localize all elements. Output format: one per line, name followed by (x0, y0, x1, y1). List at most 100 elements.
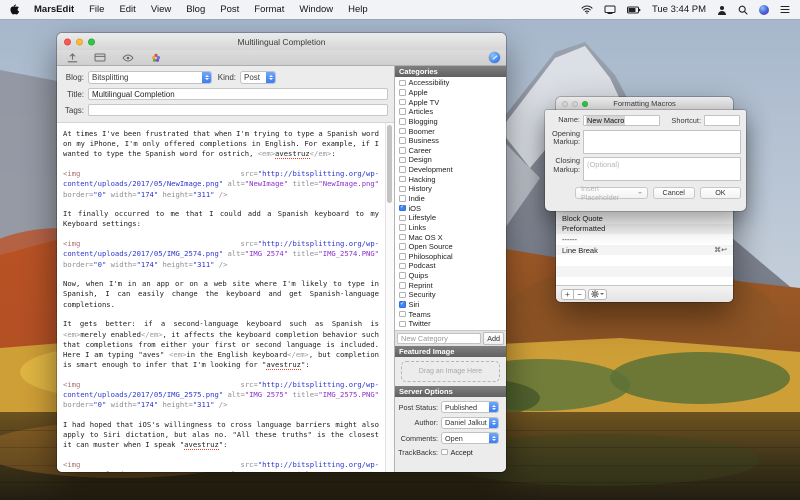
remove-macro-button[interactable]: − (573, 289, 586, 300)
category-checkbox[interactable] (399, 215, 406, 222)
category-checkbox[interactable] (399, 147, 406, 154)
editor-paragraph[interactable]: It gets better: if a second-language key… (63, 319, 379, 370)
macro-list-item[interactable]: Line Break⌘↩ (556, 245, 733, 256)
category-checkbox[interactable] (399, 166, 406, 173)
category-checkbox[interactable] (399, 118, 406, 125)
cancel-button[interactable]: Cancel (653, 187, 695, 199)
apple-menu-icon[interactable] (10, 4, 19, 15)
category-checkbox[interactable]: ✓ (399, 301, 406, 308)
category-checkbox[interactable] (399, 224, 406, 231)
editor-paragraph[interactable]: At times I've been frustrated that when … (63, 129, 379, 160)
category-checkbox[interactable] (399, 157, 406, 164)
insert-placeholder-button[interactable]: Insert Placeholder (575, 187, 648, 199)
post-options-panel: Categories AccessibilityAppleApple TVArt… (394, 66, 506, 472)
server-option-popup[interactable]: Published (441, 401, 499, 413)
image-drop-zone[interactable]: Drag an Image Here (401, 361, 500, 382)
macro-list-item[interactable]: Block Quote (556, 213, 733, 224)
menu-item-blog[interactable]: Blog (186, 4, 205, 15)
editor-paragraph[interactable]: <img src="http://bitsplitting.org/wp-con… (63, 460, 379, 472)
colors-button[interactable] (147, 52, 165, 63)
blog-popup[interactable]: Bitsplitting (88, 71, 212, 84)
wifi-icon[interactable] (581, 5, 593, 14)
category-checkbox[interactable]: ✓ (399, 205, 406, 212)
closing-markup-textarea[interactable]: (Optional) (583, 157, 741, 181)
new-category-input[interactable]: New Category (397, 333, 481, 344)
server-option-popup[interactable]: Daniel Jalkut (441, 417, 499, 429)
menu-item-view[interactable]: View (151, 4, 171, 15)
category-checkbox[interactable] (399, 243, 406, 250)
category-checkbox[interactable] (399, 282, 406, 289)
menu-item-window[interactable]: Window (299, 4, 333, 15)
macro-list-item[interactable]: Preformatted (556, 224, 733, 235)
trackbacks-checkbox[interactable] (441, 449, 448, 456)
category-checkbox[interactable] (399, 311, 406, 318)
document-titlebar[interactable]: Multilingual Completion (57, 33, 506, 50)
menu-item-post[interactable]: Post (220, 4, 239, 15)
editor-paragraph[interactable]: It finally occurred to me that I could a… (63, 209, 379, 229)
category-checkbox[interactable] (399, 253, 406, 260)
popup-stepper-icon (489, 433, 498, 443)
editor-paragraph[interactable]: Now, when I'm in an app or on a web site… (63, 279, 379, 310)
menu-item-help[interactable]: Help (348, 4, 368, 15)
new-category-placeholder: New Category (401, 334, 448, 343)
preview-button[interactable] (119, 52, 137, 63)
category-checkbox[interactable] (399, 263, 406, 270)
send-to-blog-button[interactable] (63, 52, 81, 63)
close-button[interactable] (562, 101, 568, 107)
editor-paragraph[interactable]: I had hoped that iOS's willingness to cr… (63, 420, 379, 451)
kind-popup[interactable]: Post (240, 71, 276, 84)
category-checkbox[interactable] (399, 176, 406, 183)
menu-item-edit[interactable]: Edit (119, 4, 135, 15)
minimize-button[interactable] (572, 101, 578, 107)
macro-list-item[interactable]: ------ (556, 234, 733, 245)
siri-icon[interactable] (759, 5, 769, 15)
menu-app-name[interactable]: MarsEdit (34, 4, 74, 15)
editor-paragraph[interactable]: <img src="http://bitsplitting.org/wp-con… (63, 239, 379, 270)
display-icon[interactable] (604, 5, 616, 14)
category-checkbox[interactable] (399, 99, 406, 106)
macro-label: Line Break (562, 246, 598, 255)
view-blog-button[interactable] (489, 52, 500, 63)
add-category-button[interactable]: Add (483, 332, 504, 345)
categories-list[interactable]: AccessibilityAppleApple TVArticlesBloggi… (395, 77, 506, 330)
tags-input[interactable] (88, 104, 388, 116)
notification-center-icon[interactable] (780, 5, 790, 14)
ok-button[interactable]: OK (700, 187, 741, 199)
category-checkbox[interactable] (399, 272, 406, 279)
zoom-button[interactable] (582, 101, 588, 107)
panel-toggle-button[interactable] (91, 52, 109, 63)
editor-scrollbar-thumb[interactable] (387, 125, 392, 203)
category-checkbox[interactable] (399, 137, 406, 144)
battery-icon[interactable] (627, 6, 641, 14)
spotlight-search-icon[interactable] (738, 5, 748, 15)
category-label: Apple TV (409, 98, 440, 107)
macro-name-input[interactable]: New Macro (583, 115, 660, 126)
editor-paragraph[interactable]: <img src="http://bitsplitting.org/wp-con… (63, 169, 379, 200)
editor-scrollbar[interactable] (385, 123, 394, 472)
editor-content[interactable]: At times I've been frustrated that when … (57, 123, 385, 472)
category-checkbox[interactable] (399, 108, 406, 115)
user-icon[interactable] (717, 5, 727, 15)
editor-paragraph[interactable]: <img src="http://bitsplitting.org/wp-con… (63, 380, 379, 411)
server-option-popup[interactable]: Open (441, 432, 499, 444)
minimize-button[interactable] (76, 38, 83, 45)
category-checkbox[interactable] (399, 89, 406, 96)
category-checkbox[interactable] (399, 80, 406, 87)
category-checkbox[interactable] (399, 321, 406, 328)
macro-shortcut-input[interactable] (704, 115, 740, 126)
category-checkbox[interactable] (399, 128, 406, 135)
category-checkbox[interactable] (399, 292, 406, 299)
opening-markup-textarea[interactable] (583, 130, 741, 154)
macros-titlebar[interactable]: Formatting Macros (556, 97, 733, 110)
category-checkbox[interactable] (399, 234, 406, 241)
zoom-button[interactable] (88, 38, 95, 45)
window-title: Multilingual Completion (238, 37, 326, 47)
close-button[interactable] (64, 38, 71, 45)
macro-actions-button[interactable] (588, 289, 607, 300)
menu-item-format[interactable]: Format (254, 4, 284, 15)
menu-item-file[interactable]: File (89, 4, 104, 15)
title-input[interactable]: Multilingual Completion (88, 88, 388, 100)
category-checkbox[interactable] (399, 186, 406, 193)
category-checkbox[interactable] (399, 195, 406, 202)
menu-clock[interactable]: Tue 3:44 PM (652, 4, 706, 15)
